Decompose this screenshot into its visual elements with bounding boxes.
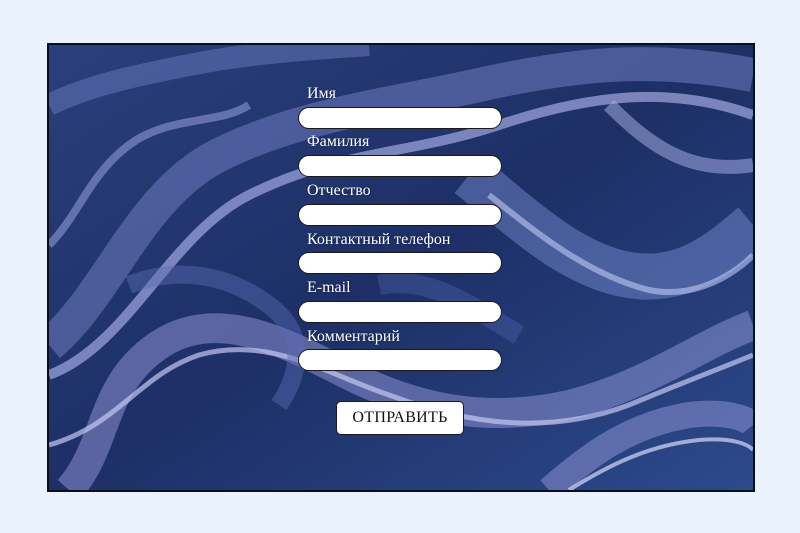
name-label: Имя (307, 85, 337, 102)
form-frame: Имя Фамилия Отчество Контактный телефон … (47, 43, 755, 492)
email-input[interactable] (298, 301, 502, 323)
patronymic-input[interactable] (298, 204, 502, 226)
comment-label: Комментарий (307, 328, 400, 345)
phone-input[interactable] (298, 252, 502, 274)
comment-input[interactable] (298, 349, 502, 371)
email-label: E-mail (307, 279, 351, 296)
name-input[interactable] (298, 107, 502, 129)
patronymic-label: Отчество (307, 182, 371, 199)
contact-form: Имя Фамилия Отчество Контактный телефон … (49, 45, 753, 490)
surname-input[interactable] (298, 155, 502, 177)
surname-label: Фамилия (307, 133, 370, 150)
phone-label: Контактный телефон (307, 231, 451, 248)
submit-button[interactable]: ОТПРАВИТЬ (336, 401, 464, 435)
